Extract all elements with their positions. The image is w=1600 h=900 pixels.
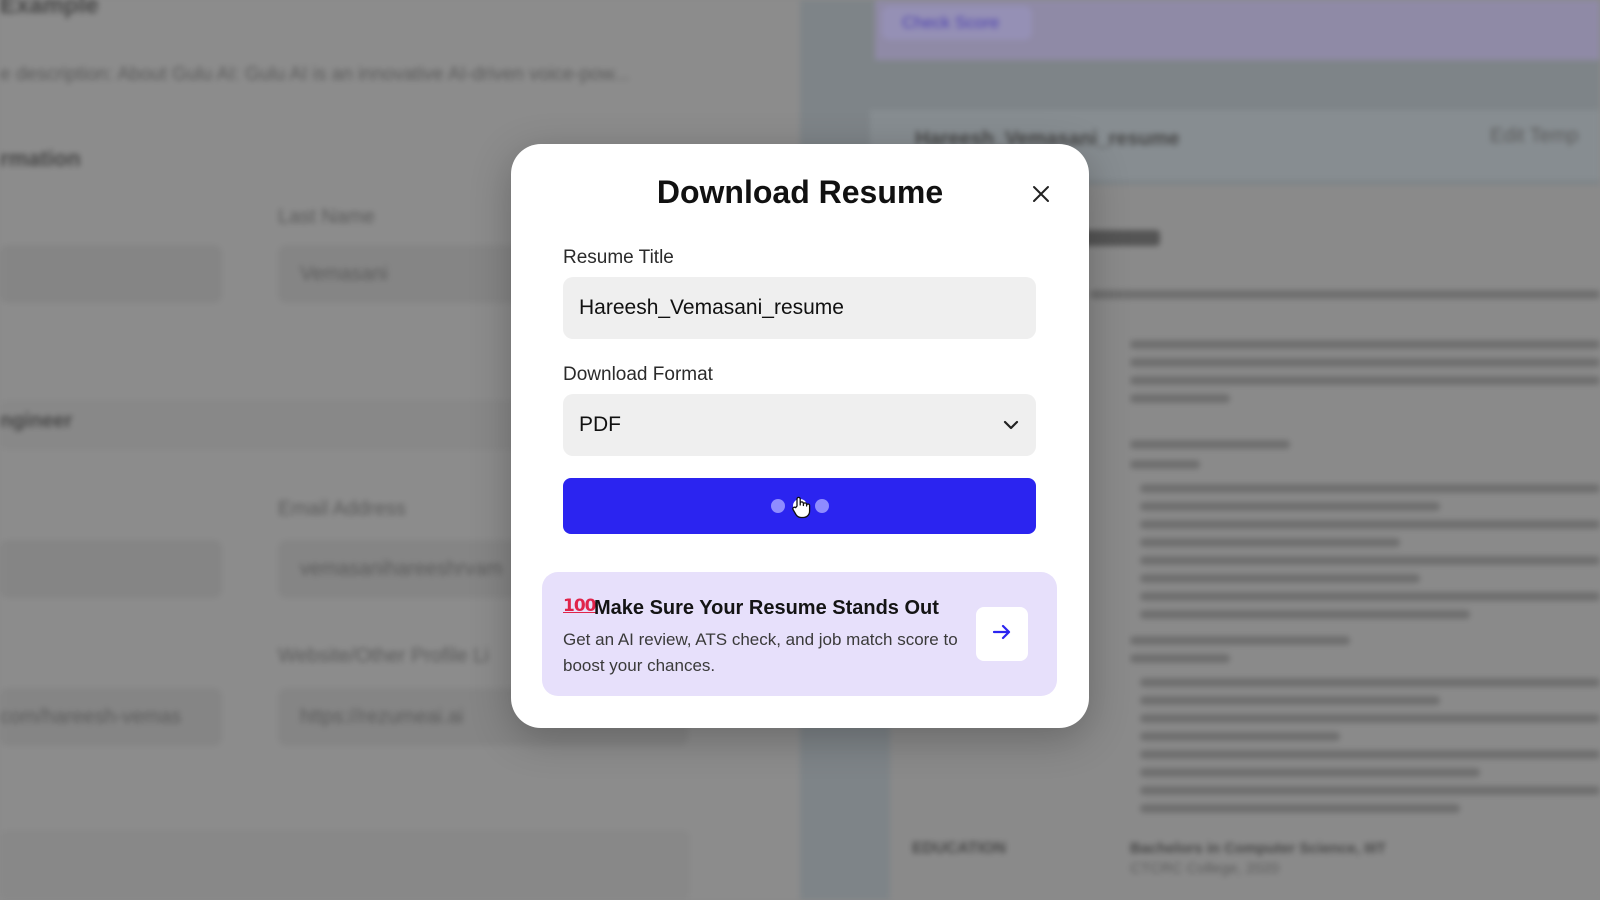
chevron-down-icon (1002, 416, 1020, 434)
dialog-title: Download Resume (656, 174, 944, 210)
bg-website-value: https://rezumeai.ai (300, 706, 464, 728)
bg-line (1130, 340, 1600, 349)
check-score-label: Check Score (902, 13, 1000, 32)
bg-resume-contact (1090, 290, 1600, 299)
bg-last-name-label: Last Name (278, 206, 375, 228)
hand-cursor-icon (790, 495, 812, 519)
bg-phone-field[interactable] (0, 540, 222, 598)
bg-line (1140, 502, 1440, 511)
bg-section-engineer: ngineer (0, 410, 73, 432)
bg-line (1140, 732, 1340, 741)
bg-line (1140, 696, 1440, 705)
bg-education-detail: CTCRC College, 2020 (1130, 860, 1280, 877)
resume-title-label: Resume Title (563, 247, 674, 268)
arrow-right-icon (990, 620, 1014, 649)
bg-line (1140, 750, 1600, 759)
download-format-select[interactable]: PDF (563, 394, 1036, 456)
bg-heading: Example (0, 0, 99, 19)
close-button[interactable] (1027, 182, 1055, 210)
download-format-label: Download Format (563, 364, 713, 385)
check-score-button[interactable]: Check Score (882, 6, 1032, 40)
bg-line (1140, 556, 1600, 565)
promo-title: Make Sure Your Resume Stands Out (594, 597, 939, 619)
promo-arrow-button[interactable] (976, 607, 1028, 661)
bg-email-value: vemasanihareeshrvam (300, 558, 503, 580)
download-format-value: PDF (579, 413, 621, 436)
bg-first-name-field[interactable] (0, 245, 222, 303)
bg-line (1140, 804, 1460, 813)
bg-line (1130, 440, 1290, 449)
bg-line (1130, 394, 1230, 403)
bg-education-label: EDUCATION (912, 840, 1006, 857)
close-icon (1031, 184, 1051, 209)
hundred-points-icon: 100 (563, 596, 596, 616)
bg-line (1130, 460, 1200, 469)
bg-line (1130, 376, 1600, 385)
bg-line (1140, 768, 1480, 777)
bg-edit-template: Edit Temp (1490, 125, 1579, 147)
bg-section-information: rmation (0, 146, 81, 171)
resume-review-promo[interactable]: 100 Make Sure Your Resume Stands Out Get… (542, 572, 1057, 696)
bg-line (1140, 592, 1600, 601)
bg-website-label: Website/Other Profile Li (278, 645, 489, 667)
loading-dot (814, 499, 829, 513)
bg-line (1130, 654, 1230, 663)
bg-description-snippet: e description: About Gulu AI: Gulu AI is… (0, 64, 630, 85)
resume-title-input[interactable] (563, 277, 1036, 339)
bg-line (1130, 636, 1350, 645)
bg-line (1140, 484, 1600, 493)
bg-last-name-value: Vemasani (300, 263, 388, 285)
loading-dot (770, 499, 785, 513)
bg-line (1140, 678, 1600, 687)
bg-line (1140, 610, 1470, 619)
bg-line (1140, 538, 1400, 547)
bg-bottom-bar (0, 830, 690, 900)
bg-email-label: Email Address (278, 498, 406, 520)
download-resume-dialog: Download Resume Resume Title Download Fo… (511, 144, 1089, 728)
bg-education-school: Bachelors in Computer Science, IIIT (1130, 840, 1386, 857)
bg-line (1140, 520, 1600, 529)
bg-line (1140, 714, 1600, 723)
bg-linkedin-value: com/hareesh-vemas (0, 706, 182, 728)
bg-line (1130, 358, 1600, 367)
promo-description: Get an AI review, ATS check, and job mat… (563, 630, 958, 675)
bg-line (1140, 574, 1420, 583)
bg-line (1140, 786, 1600, 795)
